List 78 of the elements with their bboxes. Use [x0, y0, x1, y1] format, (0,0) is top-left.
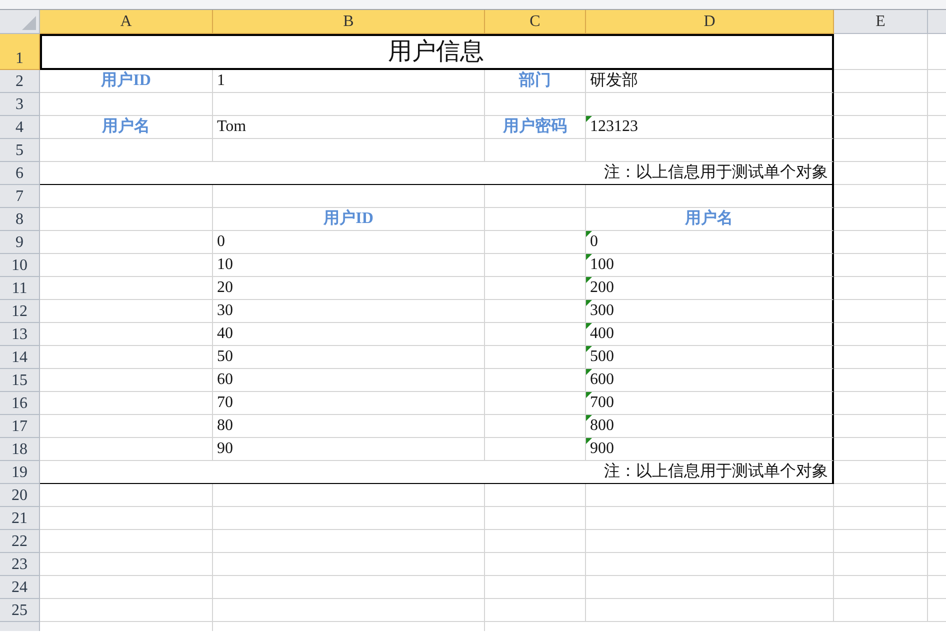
- error-flag-icon: [586, 116, 592, 122]
- cell-value: 500: [590, 347, 614, 367]
- row-header[interactable]: 18: [0, 438, 40, 461]
- error-flag-icon: [586, 369, 592, 375]
- cell-value: 0: [217, 232, 225, 252]
- row-header[interactable]: 17: [0, 415, 40, 438]
- row-header[interactable]: 21: [0, 507, 40, 530]
- select-all-icon[interactable]: [22, 16, 36, 30]
- error-flag-icon: [586, 300, 592, 306]
- row-header[interactable]: 25: [0, 599, 40, 622]
- error-flag-icon: [586, 438, 592, 444]
- row-header[interactable]: 3: [0, 93, 40, 116]
- cell-value: 700: [590, 393, 614, 413]
- cell-value: 900: [590, 439, 614, 459]
- column-header[interactable]: D: [586, 10, 834, 34]
- cell-value: 300: [590, 301, 614, 321]
- select-all-button[interactable]: [0, 10, 40, 34]
- column-header[interactable]: E: [834, 10, 928, 34]
- field-label: 用户ID: [101, 70, 151, 91]
- row-header[interactable]: 23: [0, 553, 40, 576]
- error-flag-icon: [586, 277, 592, 283]
- row-header[interactable]: 15: [0, 369, 40, 392]
- row-header[interactable]: 22: [0, 530, 40, 553]
- cell-value: Tom: [217, 117, 246, 137]
- cell-value: 123123: [590, 117, 638, 137]
- row-header[interactable]: 8: [0, 208, 40, 231]
- cell-value: 0: [590, 232, 598, 252]
- cell-value: 80: [217, 416, 233, 436]
- row-header[interactable]: 13: [0, 323, 40, 346]
- error-flag-icon: [586, 346, 592, 352]
- cell-value: 20: [217, 278, 233, 298]
- column-header[interactable]: A: [40, 10, 213, 34]
- row-header[interactable]: 6: [0, 162, 40, 185]
- column-header[interactable]: B: [213, 10, 485, 34]
- field-label: 用户名: [685, 208, 733, 229]
- error-flag-icon: [586, 415, 592, 421]
- row-header[interactable]: 12: [0, 300, 40, 323]
- error-flag-icon: [586, 392, 592, 398]
- row-header[interactable]: 4: [0, 116, 40, 139]
- column-header[interactable]: [928, 10, 946, 34]
- error-flag-icon: [586, 323, 592, 329]
- row-header[interactable]: 16: [0, 392, 40, 415]
- row-header[interactable]: 10: [0, 254, 40, 277]
- row-header[interactable]: 24: [0, 576, 40, 599]
- field-label: 部门: [519, 70, 551, 91]
- field-label: 用户名: [102, 116, 150, 137]
- row-header[interactable]: [0, 622, 40, 631]
- cell-value: 90: [217, 439, 233, 459]
- row-header[interactable]: 14: [0, 346, 40, 369]
- cell-value: 50: [217, 347, 233, 367]
- cell-value: 800: [590, 416, 614, 436]
- note-text: 注：以上信息用于测试单个对象: [604, 162, 828, 183]
- cell-value: 100: [590, 255, 614, 275]
- cell-value: 400: [590, 324, 614, 344]
- cell-value: 200: [590, 278, 614, 298]
- row-header[interactable]: 9: [0, 231, 40, 254]
- cell-value: 40: [217, 324, 233, 344]
- cell-value: 70: [217, 393, 233, 413]
- row-header[interactable]: 5: [0, 139, 40, 162]
- cell-value: 10: [217, 255, 233, 275]
- cell-value: 研发部: [590, 70, 638, 91]
- row-header[interactable]: 11: [0, 277, 40, 300]
- cell-value: 600: [590, 370, 614, 390]
- sheet-title: 用户信息: [388, 38, 484, 66]
- row-header[interactable]: 2: [0, 70, 40, 93]
- cell-value: 30: [217, 301, 233, 321]
- row-header[interactable]: 20: [0, 484, 40, 507]
- error-flag-icon: [586, 254, 592, 260]
- field-label: 用户ID: [324, 208, 374, 229]
- note-text: 注：以上信息用于测试单个对象: [604, 462, 828, 482]
- row-header[interactable]: 7: [0, 185, 40, 208]
- row-header[interactable]: 19: [0, 461, 40, 484]
- field-label: 用户密码: [503, 116, 567, 137]
- column-header[interactable]: C: [485, 10, 586, 34]
- row-header[interactable]: 1: [0, 34, 40, 70]
- cell-value: 1: [217, 71, 225, 91]
- error-flag-icon: [586, 231, 592, 237]
- cell-value: 60: [217, 370, 233, 390]
